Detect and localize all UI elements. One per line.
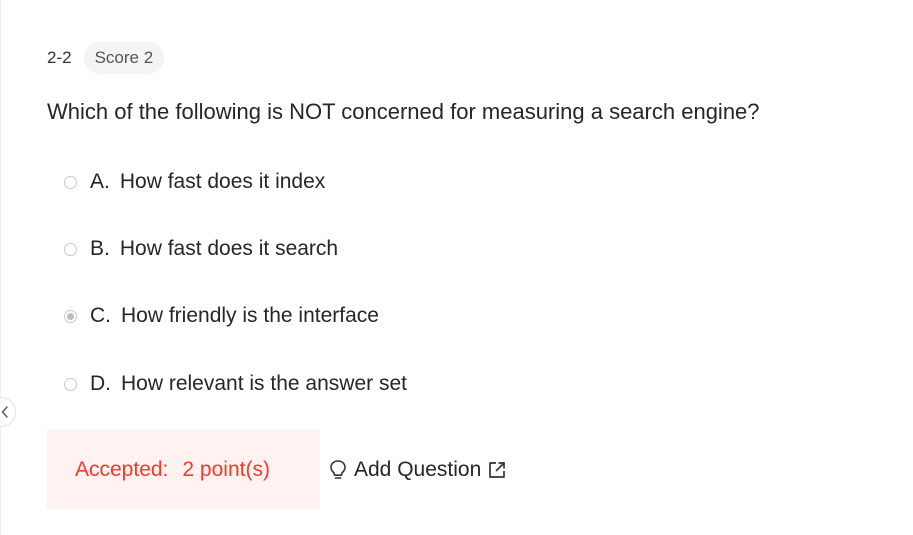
add-question-button[interactable]: Add Question [328,455,507,485]
option-a-radio[interactable] [64,175,77,189]
option-a[interactable]: A. How fast does it index [64,167,325,197]
option-c-radio[interactable] [64,309,77,323]
question-page: 2-2 Score 2 Which of the following is NO… [0,0,913,535]
result-box: Accepted: 2 point(s) [47,430,320,509]
option-d-radio[interactable] [64,377,77,391]
result-points: 2 point(s) [182,457,270,481]
option-b[interactable]: B. How fast does it search [64,234,338,264]
option-b-text: How fast does it search [119,237,339,260]
external-link-icon [489,462,506,478]
left-divider [0,0,1,535]
option-c[interactable]: C. How friendly is the interface [64,301,379,331]
result-label: Accepted: [75,457,169,481]
option-d-letter: D. [90,372,111,395]
collapse-sidebar-button[interactable] [0,397,16,427]
lightbulb-icon [330,460,346,479]
option-b-radio[interactable] [64,242,77,256]
score-badge: Score 2 [83,42,165,74]
question-number: 2-2 [47,48,72,67]
option-c-letter: C. [90,304,111,327]
option-a-letter: A. [90,170,110,193]
question-text: Which of the following is NOT concerned … [47,99,760,124]
option-d-text: How relevant is the answer set [121,372,407,395]
question-header: 2-2 Score 2 [47,42,165,74]
option-d[interactable]: D. How relevant is the answer set [64,369,407,399]
option-c-text: How friendly is the interface [121,304,379,327]
add-question-label: Add Question [354,458,482,481]
chevron-left-icon [1,406,8,418]
option-a-text: How fast does it index [119,170,326,193]
option-b-letter: B. [90,237,110,260]
